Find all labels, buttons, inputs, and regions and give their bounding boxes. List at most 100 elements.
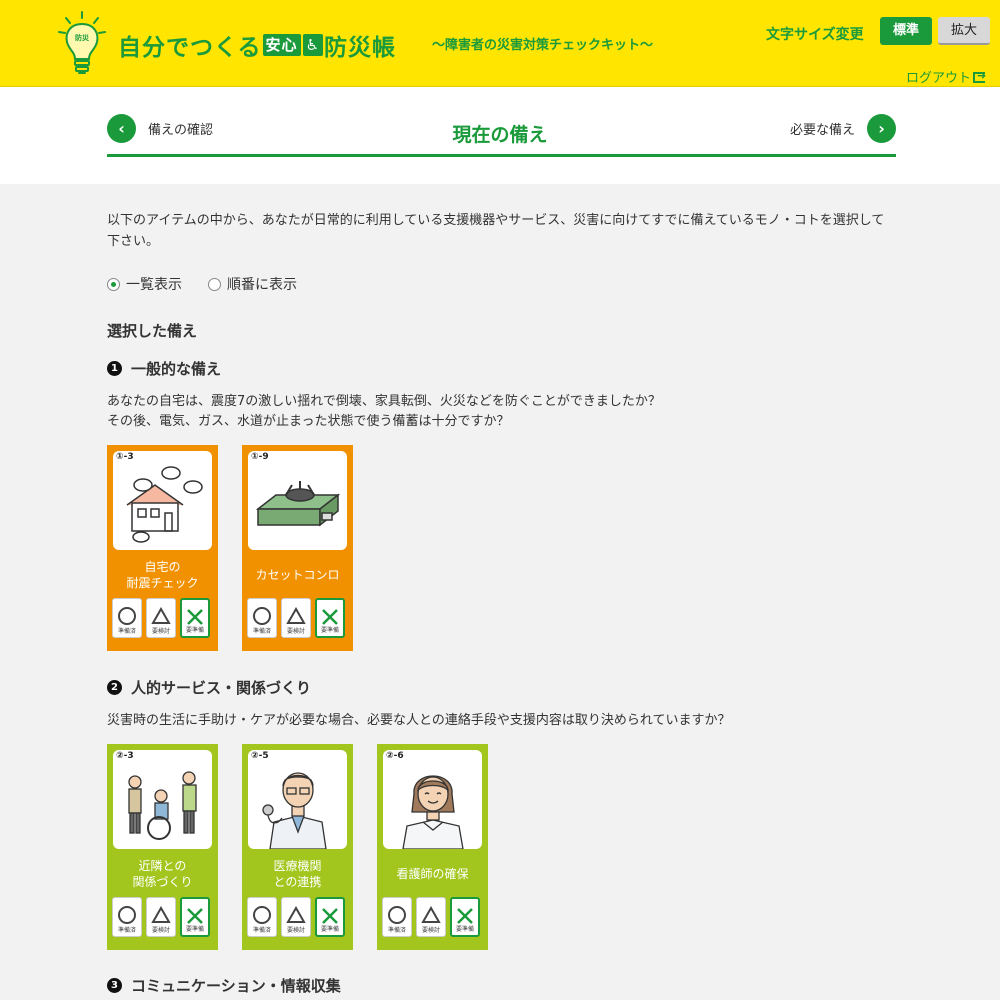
card-medical-institution[interactable]: ②-5 医療機関 との連携 準備済 要検討 要準備 [242, 744, 353, 950]
mark-review-label: 要検討 [286, 628, 305, 635]
mark-review-label: 要検討 [151, 628, 170, 635]
radio-sequential-label: 順番に表示 [227, 277, 297, 293]
chevron-right-icon: › [867, 114, 896, 143]
card-nurse[interactable]: ②-6 看護師の確保 準備済 要検討 要準備 [377, 744, 488, 950]
cross-icon [322, 908, 338, 924]
font-size-large-button[interactable]: 拡大 [938, 17, 990, 45]
mark-needed-button[interactable]: 要準備 [180, 598, 210, 638]
mark-needed-button[interactable]: 要準備 [180, 897, 210, 937]
section-heading-1: 1 一般的な備え [107, 358, 221, 379]
card-code: ①-9 [251, 452, 269, 462]
status-marks: 準備済 要検討 要準備 [382, 897, 484, 937]
section-desc-1: あなたの自宅は、震度7の激しい揺れで倒壊、家具転倒、火災などを防ぐことができまし… [107, 392, 897, 432]
mark-needed-label: 要準備 [185, 627, 204, 634]
mark-done-label: 準備済 [387, 927, 406, 934]
card-neighbor-relations[interactable]: ②-3 近隣との 関係づくり 準備済 要検討 要準備 [107, 744, 218, 950]
card-name: 看護師の確保 [396, 867, 469, 881]
mark-done-button[interactable]: 準備済 [112, 598, 142, 638]
card-code: ①-3 [116, 452, 134, 462]
card-name: 近隣との 関係づくり [132, 859, 193, 889]
section-title-2: 人的サービス・関係づくり [131, 679, 312, 697]
circle-icon [253, 607, 271, 625]
cross-icon [322, 609, 338, 625]
mark-review-label: 要検討 [421, 927, 440, 934]
radio-sequential-view[interactable]: 順番に表示 [208, 274, 297, 294]
mark-review-button[interactable]: 要検討 [146, 598, 176, 638]
mark-done-label: 準備済 [117, 927, 136, 934]
wheelchair-icon: ♿ [302, 34, 324, 56]
section-heading-3: 3 コミュニケーション・情報収集 [107, 975, 341, 996]
card-name: カセットコンロ [255, 568, 340, 582]
cross-icon [187, 908, 203, 924]
status-marks: 準備済 要検討 要準備 [112, 897, 214, 937]
neighbors-icon: ②-3 [113, 750, 212, 849]
status-marks: 準備済 要検討 要準備 [247, 897, 349, 937]
mark-review-label: 要検討 [151, 927, 170, 934]
next-step-button[interactable]: 必要な備え › [778, 114, 896, 143]
font-size-standard-button[interactable]: 標準 [880, 17, 932, 45]
house-icon: ①-3 [113, 451, 212, 550]
header: 防災 自分でつくる 安心 ♿ 防災帳 〜障害者の災害対策チェックキット〜 文字サ… [0, 0, 1000, 87]
mark-done-button[interactable]: 準備済 [112, 897, 142, 937]
triangle-icon [421, 906, 441, 923]
card-code: ②-3 [116, 751, 134, 761]
section-title-3: コミュニケーション・情報収集 [131, 977, 341, 995]
card-name: 自宅の 耐震チェック [126, 560, 199, 590]
mark-needed-button[interactable]: 要準備 [315, 598, 345, 638]
status-marks: 準備済 要検討 要準備 [247, 598, 349, 638]
triangle-icon [286, 906, 306, 923]
logo-text-2: 防災帳 [324, 35, 397, 61]
radio-list-label: 一覧表示 [126, 277, 182, 293]
mark-review-button[interactable]: 要検討 [281, 897, 311, 937]
mark-done-button[interactable]: 準備済 [382, 897, 412, 937]
logo-text-1: 自分でつくる [118, 35, 262, 61]
gas-stove-icon: ①-9 [248, 451, 347, 550]
section-heading-2: 2 人的サービス・関係づくり [107, 677, 311, 698]
cross-icon [457, 908, 473, 924]
section-desc-1-line-1: あなたの自宅は、震度7の激しい揺れで倒壊、家具転倒、火災などを防ぐことができまし… [107, 394, 661, 409]
doctor-icon: ②-5 [248, 750, 347, 849]
section-title-1: 一般的な備え [131, 360, 222, 378]
mark-needed-button[interactable]: 要準備 [450, 897, 480, 937]
mark-done-button[interactable]: 準備済 [247, 598, 277, 638]
mark-review-button[interactable]: 要検討 [416, 897, 446, 937]
card-code: ②-6 [386, 751, 404, 761]
section-desc-2: 災害時の生活に手助け・ケアが必要な場合、必要な人との連絡手段や支援内容は取り決め… [107, 713, 731, 728]
mark-review-label: 要検討 [286, 927, 305, 934]
font-size-label: 文字サイズ変更 [766, 27, 864, 43]
site-logo-title[interactable]: 自分でつくる 安心 ♿ 防災帳 [118, 28, 396, 62]
lightbulb-logo-icon: 防災 [58, 11, 106, 74]
triangle-icon [286, 607, 306, 624]
section-number-3: 3 [107, 978, 122, 993]
circle-icon [118, 906, 136, 924]
site-subtitle: 〜障害者の災害対策チェックキット〜 [432, 38, 654, 53]
mark-needed-label: 要準備 [320, 926, 339, 933]
card-cassette-stove[interactable]: ①-9 カセットコンロ 準備済 要検討 要準備 [242, 445, 353, 651]
mark-done-label: 準備済 [252, 628, 271, 635]
logo-anshin-box: 安心 [262, 34, 301, 56]
step-navigation: ‹ 備えの確認 現在の備え 必要な備え › [0, 87, 1000, 184]
logout-link[interactable]: ログアウト [906, 67, 986, 86]
circle-icon [118, 607, 136, 625]
card-list-2: ②-3 近隣との 関係づくり 準備済 要検討 要準備 ②-5 医療機関 との連携… [107, 744, 512, 950]
section-number-1: 1 [107, 361, 122, 376]
circle-icon [253, 906, 271, 924]
mark-done-button[interactable]: 準備済 [247, 897, 277, 937]
logout-label: ログアウト [906, 71, 972, 86]
view-mode-radios: 一覧表示 順番に表示 [107, 274, 323, 294]
mark-needed-button[interactable]: 要準備 [315, 897, 345, 937]
svg-text:防災: 防災 [75, 33, 90, 42]
mark-needed-label: 要準備 [455, 926, 474, 933]
mark-review-button[interactable]: 要検討 [146, 897, 176, 937]
card-name: 医療機関 との連携 [273, 859, 322, 889]
radio-list-view[interactable]: 一覧表示 [107, 274, 182, 294]
card-home-earthquake-check[interactable]: ①-3 自宅の 耐震チェック 準備済 要検討 要準備 [107, 445, 218, 651]
card-list-1: ①-3 自宅の 耐震チェック 準備済 要検討 要準備 ①-9 カセットコンロ 準… [107, 445, 377, 651]
title-underline [107, 154, 896, 157]
mark-review-button[interactable]: 要検討 [281, 598, 311, 638]
status-marks: 準備済 要検討 要準備 [112, 598, 214, 638]
mark-done-label: 準備済 [117, 628, 136, 635]
radio-unchecked-icon [208, 277, 221, 291]
mark-needed-label: 要準備 [320, 627, 339, 634]
logout-icon [973, 69, 986, 83]
